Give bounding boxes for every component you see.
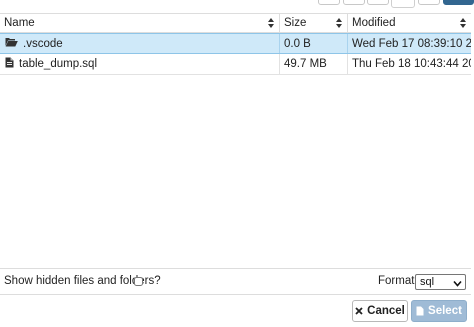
file-size-cell: 49.7 MB bbox=[280, 54, 348, 74]
chevron-down-icon bbox=[453, 278, 462, 287]
column-header-size[interactable]: Size bbox=[280, 14, 348, 32]
format-label: Format bbox=[378, 275, 415, 287]
file-modified-cell: Thu Feb 18 10:43:44 2021 bbox=[352, 58, 471, 70]
close-icon bbox=[355, 307, 363, 315]
table-row[interactable]: table_dump.sql 49.7 MB Thu Feb 18 10:43:… bbox=[0, 54, 471, 75]
format-select[interactable]: sql bbox=[415, 274, 466, 290]
sort-icon[interactable] bbox=[336, 18, 343, 30]
table-row[interactable]: .vscode 0.0 B Wed Feb 17 08:39:10 2021 bbox=[0, 33, 471, 54]
column-header-modified[interactable]: Modified bbox=[348, 14, 471, 32]
select-button-label: Select bbox=[428, 305, 462, 317]
folder-open-icon bbox=[5, 37, 18, 50]
toolbar-button[interactable] bbox=[418, 0, 440, 5]
toolbar-button[interactable] bbox=[318, 0, 340, 5]
column-header-label: Name bbox=[4, 17, 35, 29]
table-header: Name Size Modified bbox=[0, 13, 471, 33]
column-header-name[interactable]: Name bbox=[0, 14, 280, 32]
file-name-cell: table_dump.sql bbox=[0, 54, 280, 74]
file-name: table_dump.sql bbox=[19, 58, 97, 70]
file-size-cell: 0.0 B bbox=[280, 34, 348, 53]
select-button[interactable]: Select bbox=[411, 300, 467, 322]
file-icon bbox=[5, 57, 14, 71]
cancel-button[interactable]: Cancel bbox=[352, 300, 408, 322]
sort-icon[interactable] bbox=[460, 18, 467, 30]
toolbar-button[interactable] bbox=[367, 0, 389, 5]
toolbar bbox=[0, 0, 474, 8]
file-name-cell: .vscode bbox=[0, 34, 280, 53]
cancel-button-label: Cancel bbox=[367, 305, 405, 317]
column-header-label: Size bbox=[284, 17, 307, 29]
toolbar-button[interactable] bbox=[343, 0, 365, 5]
format-select-value: sql bbox=[420, 276, 435, 288]
options-bar: Show hidden files and folders? Format sq… bbox=[0, 268, 471, 295]
toolbar-button[interactable] bbox=[443, 0, 474, 5]
column-header-label: Modified bbox=[352, 17, 396, 29]
file-modified-cell: Wed Feb 17 08:39:10 2021 bbox=[352, 37, 471, 50]
file-icon bbox=[416, 306, 424, 316]
file-name: .vscode bbox=[23, 37, 63, 50]
file-table: Name Size Modified .vscode 0.0 B Wed Feb… bbox=[0, 13, 471, 75]
sort-icon[interactable] bbox=[268, 18, 275, 30]
show-hidden-checkbox[interactable] bbox=[134, 277, 143, 286]
toolbar-button[interactable] bbox=[391, 0, 415, 8]
